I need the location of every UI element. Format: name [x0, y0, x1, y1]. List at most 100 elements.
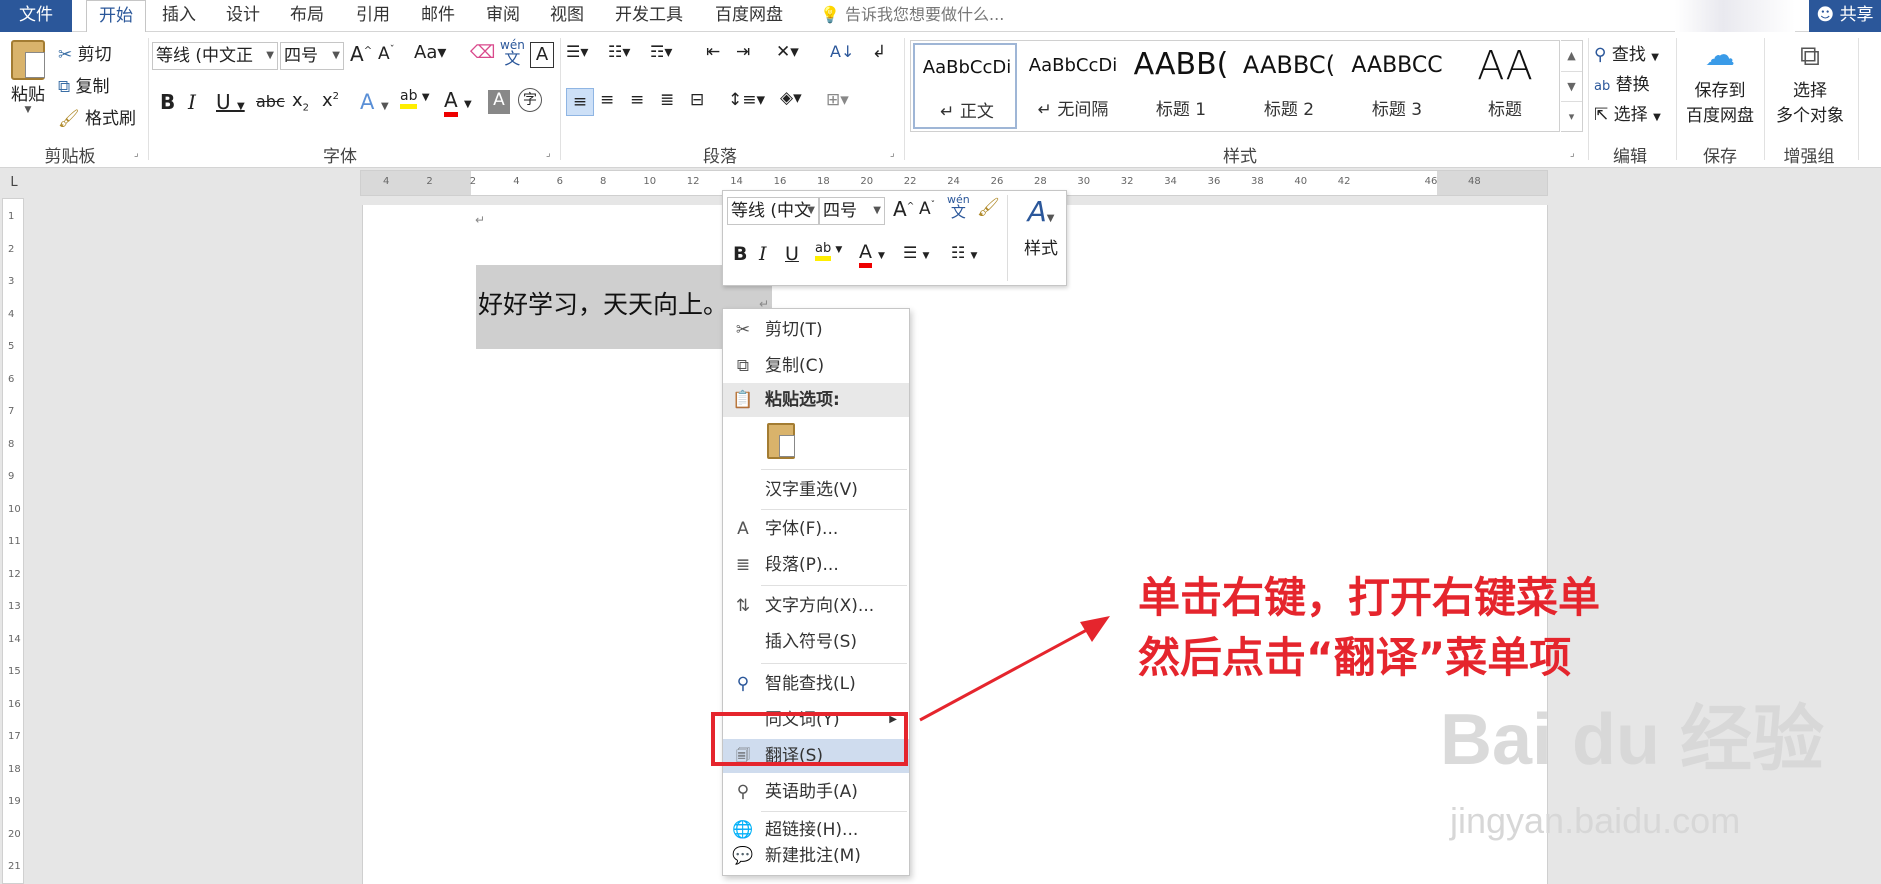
cut-button[interactable]: ✂ 剪切 — [58, 40, 112, 65]
dialog-launcher-icon[interactable]: ⌟ — [134, 148, 139, 159]
menu-item-copy[interactable]: ⧉ 复制(C) — [723, 349, 909, 383]
phonetic-guide-icon[interactable]: wén 文 — [947, 193, 970, 220]
menu-item-insert-symbol[interactable]: 插入符号(S) — [723, 625, 909, 659]
align-center-icon[interactable]: ≡ — [600, 90, 614, 110]
format-painter-button[interactable]: 🖌 格式刷 — [58, 104, 136, 129]
tab-mailings[interactable]: 邮件 — [411, 0, 465, 32]
multilevel-list-icon[interactable]: ☶▾ — [650, 42, 672, 61]
tell-me-box[interactable]: 💡 告诉我您想要做什么... — [820, 0, 1004, 32]
tab-home[interactable]: 开始 — [86, 0, 146, 33]
font-color-icon[interactable]: A ▼ — [859, 241, 885, 268]
tab-view[interactable]: 视图 — [540, 0, 594, 32]
align-right-icon[interactable]: ≡ — [630, 90, 644, 110]
dialog-launcher-icon[interactable]: ⌟ — [546, 148, 551, 159]
highlight-icon[interactable]: ab ▼ — [400, 88, 430, 109]
superscript-icon[interactable]: x2 — [322, 90, 339, 111]
strikethrough-icon[interactable]: abc — [256, 92, 285, 111]
more-icon[interactable]: ▾ — [1561, 101, 1582, 131]
highlight-icon[interactable]: ab ▼ — [815, 241, 842, 261]
menu-item-reconvert[interactable]: 汉字重选(V) — [723, 473, 909, 507]
menu-item-text-direction[interactable]: ⇅ 文字方向(X)... — [723, 589, 909, 623]
style-title[interactable]: AA 标题 — [1453, 43, 1557, 129]
dialog-launcher-icon[interactable]: ⌟ — [890, 148, 895, 159]
paste-button[interactable]: 粘贴 ▼ — [8, 40, 48, 115]
numbering-icon[interactable]: ☷▾ — [608, 42, 630, 61]
find-button[interactable]: ⚲ 查找 ▼ — [1594, 40, 1659, 65]
italic-icon[interactable]: I — [188, 90, 196, 114]
save-to-baidu-button[interactable]: ☁ 保存到 百度网盘 — [1682, 36, 1758, 126]
sort-icon[interactable]: A↓ — [830, 42, 854, 61]
tab-layout[interactable]: 布局 — [280, 0, 334, 32]
menu-item-english-assistant[interactable]: ⚲ 英语助手(A) — [723, 775, 909, 809]
underline-icon[interactable]: U ▼ — [216, 90, 245, 114]
subscript-icon[interactable]: x2 — [292, 90, 309, 114]
bold-icon[interactable]: B — [733, 243, 747, 265]
grow-font-button[interactable]: A^ — [893, 197, 914, 221]
shrink-font-button[interactable]: Aˇ — [378, 44, 395, 64]
tab-selector[interactable]: L — [0, 170, 28, 196]
style-normal[interactable]: AaBbCcDi ↵ 正文 — [913, 43, 1017, 129]
chinese-layout-icon[interactable]: ✕▾ — [776, 42, 799, 62]
justify-icon[interactable]: ≣ — [660, 90, 674, 110]
underline-icon[interactable]: U — [785, 243, 799, 265]
replace-button[interactable]: ab 替换 — [1594, 70, 1650, 95]
line-spacing-icon[interactable]: ↕≡▾ — [728, 90, 765, 110]
borders-icon[interactable]: ⊞▾ — [826, 90, 849, 110]
gallery-scroll[interactable]: ▲ ▼ ▾ — [1561, 40, 1583, 132]
bold-icon[interactable]: B — [160, 90, 175, 114]
change-case-button[interactable]: Aa▾ — [414, 42, 446, 63]
font-name-combo[interactable]: 等线 (中文正 ▼ — [152, 42, 278, 70]
decrease-indent-icon[interactable]: ⇤ — [706, 42, 720, 62]
select-multiple-objects-button[interactable]: ⧉ 选择 多个对象 — [1768, 36, 1852, 126]
shrink-font-button[interactable]: Aˇ — [919, 199, 935, 219]
italic-icon[interactable]: I — [759, 243, 767, 265]
document-page[interactable]: ↵ 好好学习，天天向上。 ↵ — [362, 205, 1548, 884]
text-effects-icon[interactable]: A ▼ — [360, 90, 389, 114]
grow-font-button[interactable]: A^ — [350, 42, 372, 66]
font-size-combo[interactable]: 四号 ▼ — [280, 42, 344, 70]
document-text[interactable]: 好好学习，天天向上。 — [478, 285, 728, 321]
chevron-down-icon[interactable]: ▼ — [1561, 71, 1582, 101]
copy-button[interactable]: ⧉ 复制 — [58, 72, 110, 97]
numbering-icon[interactable]: ☷ ▼ — [951, 243, 977, 262]
bullets-icon[interactable]: ☰▾ — [566, 42, 588, 61]
menu-item-smart-lookup[interactable]: ⚲ 智能查找(L) — [723, 667, 909, 701]
menu-item-new-comment[interactable]: 💬 新建批注(M) — [723, 839, 909, 873]
tab-review[interactable]: 审阅 — [476, 0, 530, 32]
mini-font-combo[interactable]: 等线 (中文 ▼ — [727, 197, 819, 225]
share-button[interactable]: ☻ 共享 — [1809, 0, 1881, 32]
distributed-icon[interactable]: ⊟ — [690, 90, 704, 110]
dialog-launcher-icon[interactable]: ⌟ — [1570, 148, 1575, 159]
style-heading-3[interactable]: AABBCC 标题 3 — [1345, 43, 1449, 129]
menu-item-paragraph[interactable]: ≣ 段落(P)... — [723, 548, 909, 582]
mini-styles-button[interactable]: A▼ 样式 — [1019, 195, 1063, 259]
bullets-icon[interactable]: ☰ ▼ — [903, 243, 929, 262]
tab-insert[interactable]: 插入 — [152, 0, 206, 32]
align-left-icon[interactable]: ≡ — [566, 88, 594, 116]
enclose-characters-icon[interactable]: 字 — [518, 88, 542, 112]
character-border-icon[interactable]: A — [530, 42, 554, 68]
chevron-up-icon[interactable]: ▲ — [1561, 41, 1582, 71]
tab-developer[interactable]: 开发工具 — [604, 0, 694, 32]
select-button[interactable]: ⇱ 选择 ▼ — [1594, 100, 1661, 125]
vertical-ruler[interactable]: 1 2 3 4 5 6 7 8 9 10 11 12 13 14 15 16 17 18 19 20 21 — [2, 198, 24, 884]
clear-formatting-icon[interactable]: ⌫ — [470, 42, 495, 63]
phonetic-guide-icon[interactable]: wén 文 — [500, 38, 525, 67]
character-shading-icon[interactable]: A — [488, 90, 510, 114]
menu-item-font[interactable]: A 字体(F)... — [723, 512, 909, 546]
tab-references[interactable]: 引用 — [346, 0, 400, 32]
paste-keep-text-icon[interactable] — [767, 423, 795, 459]
increase-indent-icon[interactable]: ⇥ — [736, 42, 750, 62]
tab-file[interactable]: 文件 — [0, 0, 72, 32]
show-marks-icon[interactable]: ↲ — [872, 42, 886, 62]
shading-icon[interactable]: ◈▾ — [780, 88, 802, 108]
font-color-icon[interactable]: A ▼ — [444, 88, 472, 117]
tab-design[interactable]: 设计 — [216, 0, 270, 32]
style-no-spacing[interactable]: AaBbCcDi ↵ 无间隔 — [1021, 43, 1125, 129]
style-heading-1[interactable]: AABB( 标题 1 — [1129, 43, 1233, 129]
menu-item-cut[interactable]: ✂ 剪切(T) — [723, 313, 909, 347]
tab-baidu-netdisk[interactable]: 百度网盘 — [704, 0, 794, 32]
paintbrush-icon[interactable]: 🖌 — [977, 197, 1000, 218]
mini-size-combo[interactable]: 四号 ▼ — [819, 197, 885, 225]
style-heading-2[interactable]: AABBC( 标题 2 — [1237, 43, 1341, 129]
